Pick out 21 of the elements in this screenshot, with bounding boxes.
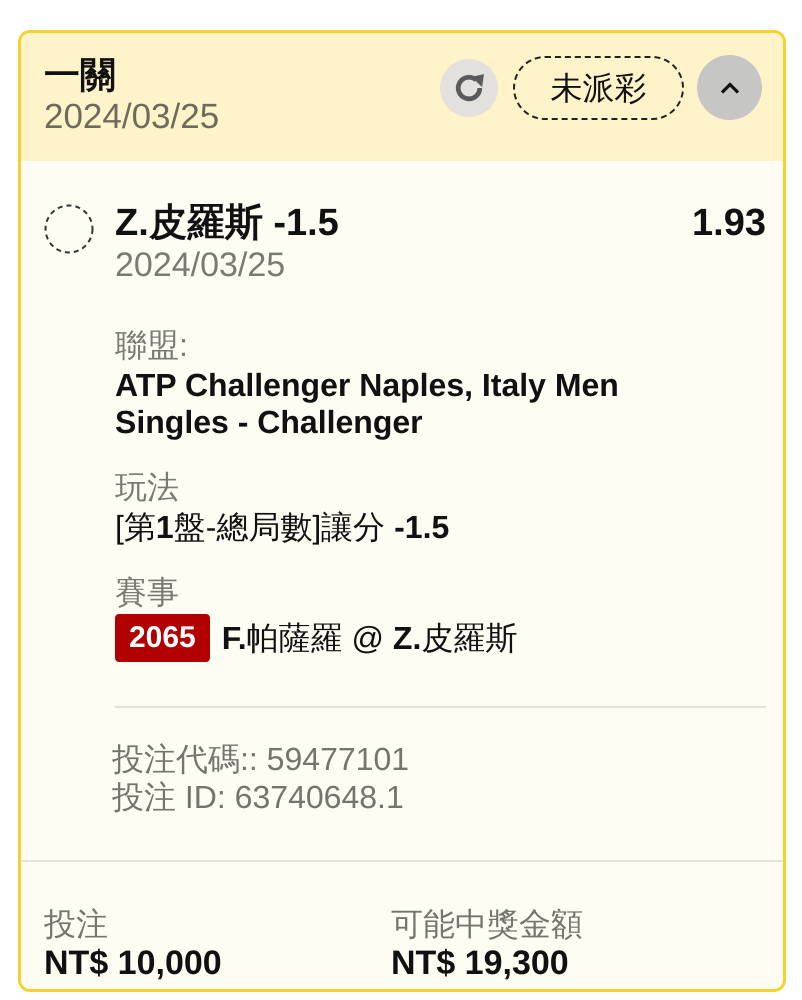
detail-label: 聯盟: xyxy=(115,326,189,365)
odds-value: 1.93 xyxy=(692,201,766,245)
detail-value: ATP Challenger Naples, Italy Men Singles - Challenger xyxy=(115,367,620,441)
detail-value: F.帕薩羅 @ Z.皮羅斯 xyxy=(222,620,518,656)
bet-reference: 投注 ID: 63740648.1 xyxy=(112,778,405,816)
selection-name: Z.皮羅斯 -1.5 xyxy=(115,201,339,245)
bet-type-title: 一關 xyxy=(44,53,117,97)
total-label: 投注 xyxy=(44,905,109,944)
pending-circle-icon xyxy=(44,204,94,254)
selection-date: 2024/03/25 xyxy=(115,245,286,285)
detail-label: 賽事 xyxy=(115,573,180,612)
chevron-up-icon xyxy=(720,82,740,94)
total-amount: NT$ 10,000 xyxy=(44,944,223,982)
bet-date: 2024/03/25 xyxy=(44,97,220,137)
status-tag: 未派彩 xyxy=(513,56,684,120)
detail-value: [第1盤-總局數]讓分 -1.5 xyxy=(115,509,450,546)
bet-reference: 投注代碼:: 59477101 xyxy=(112,740,410,778)
detail-label: 玩法 xyxy=(115,468,180,507)
match-number-tag: 2065 xyxy=(115,614,210,662)
total-label: 可能中獎金額 xyxy=(391,905,584,944)
total-amount: NT$ 19,300 xyxy=(391,944,570,982)
